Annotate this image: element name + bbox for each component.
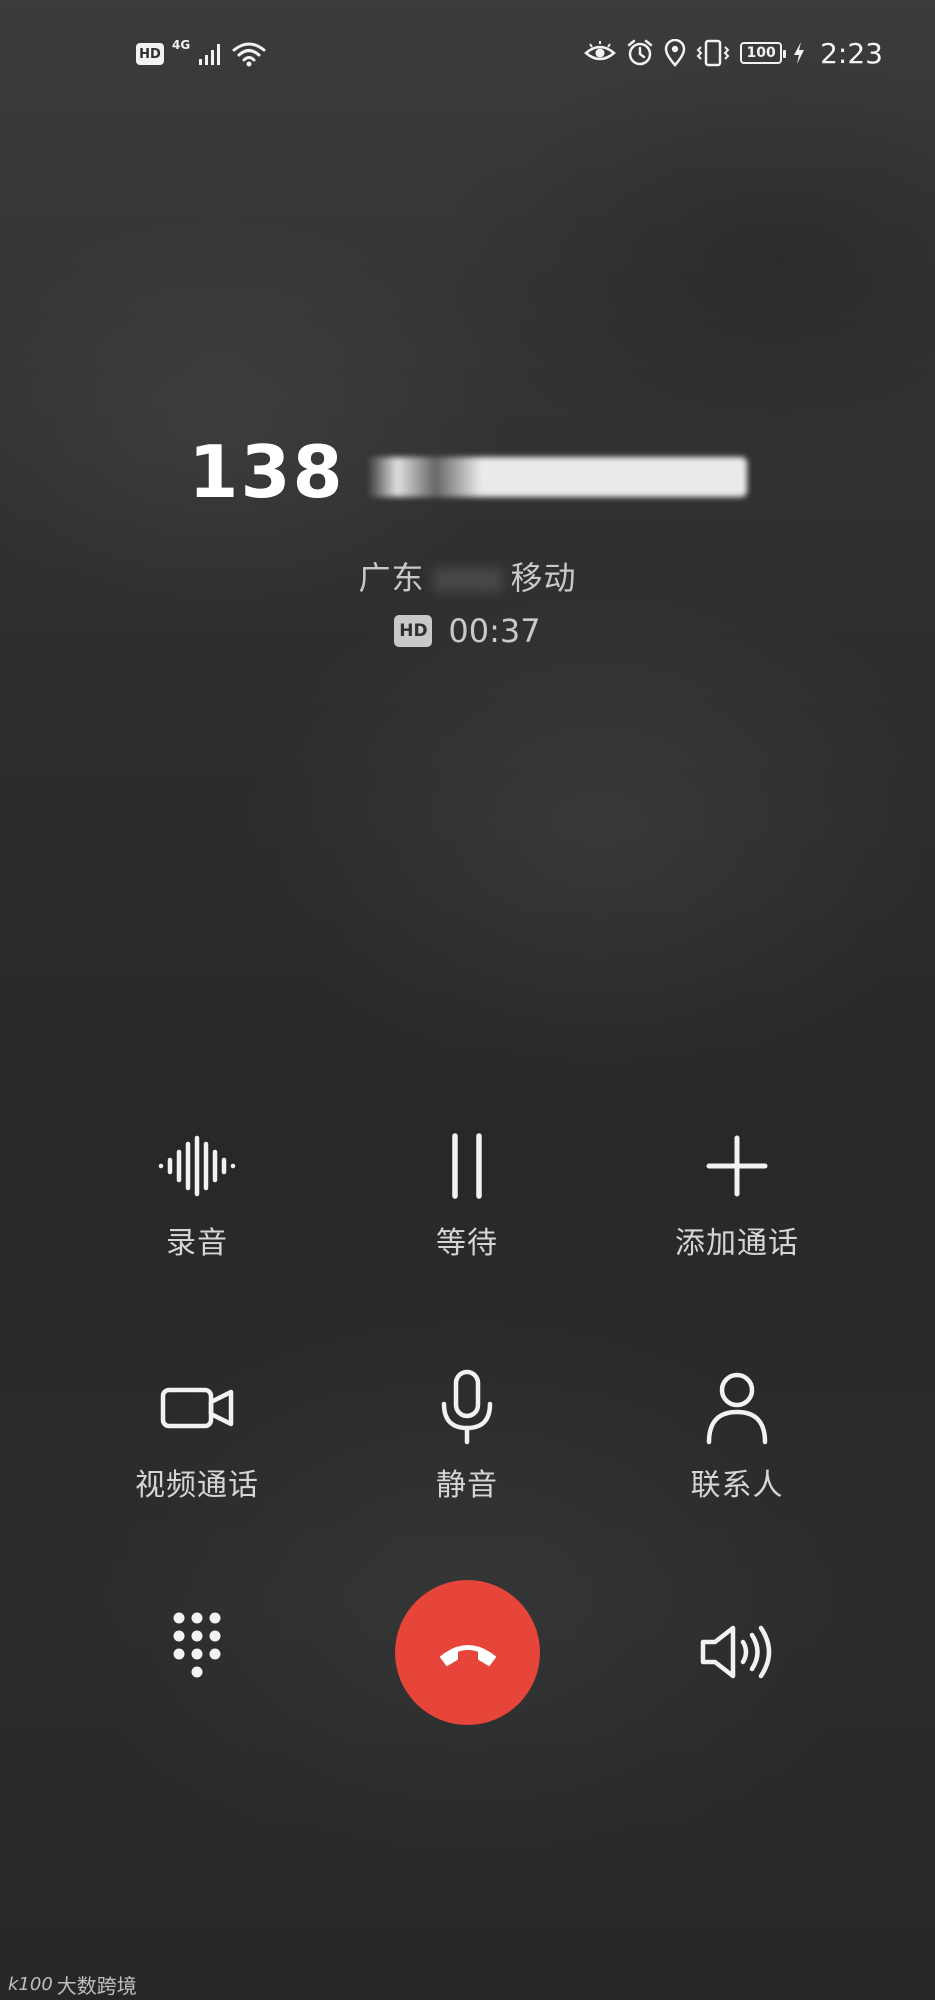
hang-up-icon [439, 1644, 496, 1666]
person-icon [706, 1372, 768, 1445]
caller-location: 广东 移动 [0, 553, 935, 599]
eye-comfort-icon [584, 41, 617, 61]
microphone-icon [441, 1369, 493, 1445]
watermark-text: 大数跨境 [56, 1974, 137, 1998]
battery-icon: 100 [740, 42, 787, 64]
record-button[interactable]: 录音 [67, 1126, 327, 1276]
mute-label: 静音 [436, 1468, 498, 1503]
contacts-label: 联系人 [690, 1468, 784, 1503]
charging-icon [794, 42, 805, 64]
watermark: k100 大数跨境 [8, 1970, 137, 1999]
plus-icon [706, 1135, 768, 1197]
hold-button[interactable]: 等待 [337, 1126, 597, 1276]
pause-icon [452, 1133, 482, 1199]
video-call-label: 视频通话 [135, 1468, 259, 1503]
alarm-icon [627, 39, 653, 66]
add-call-label: 添加通话 [675, 1226, 799, 1261]
caller-number: 138 [0, 430, 935, 514]
location-carrier: 移动 [510, 559, 577, 597]
clock: 2:23 [820, 36, 883, 70]
location-icon [664, 39, 686, 67]
watermark-logo: k100 [8, 1974, 53, 1995]
hang-up-button[interactable] [395, 1580, 540, 1725]
masked-city [432, 568, 503, 592]
network-type: 4G [172, 38, 191, 52]
hd-call-badge: HD [394, 615, 433, 647]
video-call-button[interactable]: 视频通话 [67, 1368, 327, 1518]
wifi-icon [232, 42, 266, 67]
status-bar: HD 4G 100 2:23 [0, 0, 935, 100]
masked-number [366, 457, 747, 498]
mute-button[interactable]: 静音 [337, 1368, 597, 1518]
record-label: 录音 [166, 1226, 228, 1261]
waveform-icon [158, 1135, 236, 1197]
vibrate-icon [696, 39, 730, 67]
location-province: 广东 [358, 559, 425, 597]
call-duration: 00:37 [448, 612, 541, 650]
status-left: HD 4G [136, 36, 266, 72]
video-camera-icon [160, 1387, 234, 1429]
status-right: 100 2:23 [584, 34, 883, 72]
hold-label: 等待 [436, 1226, 498, 1261]
call-timer: HD 00:37 [0, 612, 935, 650]
speaker-icon[interactable] [697, 1612, 777, 1692]
dialpad-icon[interactable] [157, 1610, 237, 1690]
hd-icon: HD [136, 43, 164, 65]
add-call-button[interactable]: 添加通话 [607, 1126, 867, 1276]
contacts-button[interactable]: 联系人 [607, 1368, 867, 1518]
caller-number-text: 138 [188, 430, 345, 514]
signal-icon [199, 44, 221, 65]
